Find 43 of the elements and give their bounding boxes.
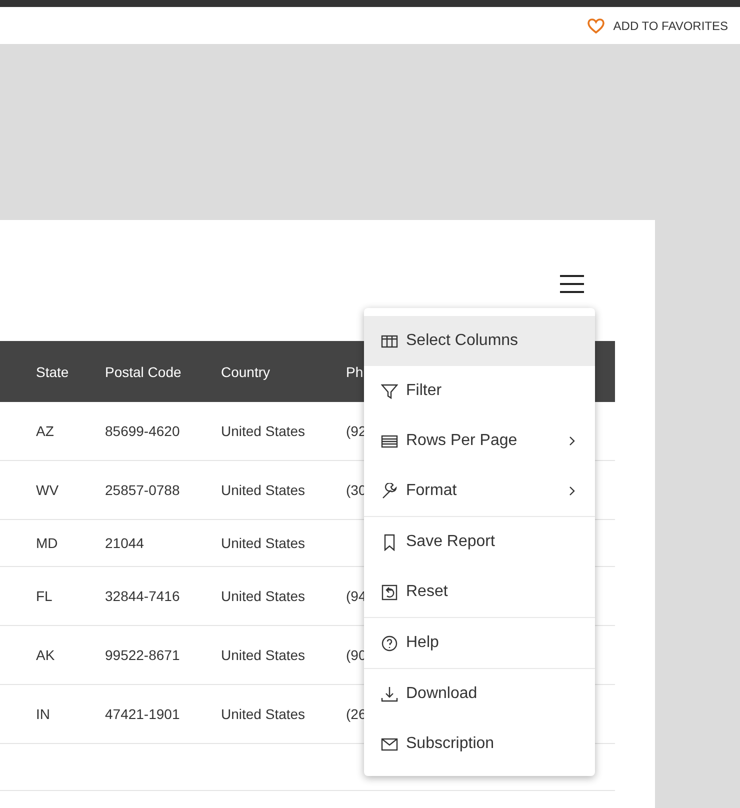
table-cell: 99522-8671	[105, 647, 180, 663]
add-to-favorites-link[interactable]: ADD TO FAVORITES	[587, 18, 728, 34]
table-cell: 47421-1901	[105, 706, 180, 722]
table-cell: 32844-7416	[105, 588, 180, 604]
table-cell: United States	[221, 706, 306, 722]
table-cell: 21044	[105, 535, 144, 551]
table-cell: AK	[36, 647, 55, 663]
menu-button[interactable]	[560, 275, 584, 293]
filter-icon	[381, 382, 398, 400]
table-cell: AZ	[36, 423, 54, 439]
table-cell: FL	[36, 588, 52, 604]
menu-item[interactable]: Subscription	[364, 719, 595, 769]
download-icon	[381, 686, 398, 702]
columns-icon	[381, 332, 398, 350]
table-cell: United States	[221, 482, 306, 498]
table-cell: WV	[36, 482, 59, 498]
menu-item[interactable]: Reset	[364, 567, 595, 617]
table-cell: United States	[221, 535, 306, 551]
table-cell: United States	[221, 588, 306, 604]
reset-icon	[381, 584, 398, 600]
menu-item[interactable]: Format	[364, 466, 595, 516]
table-cell: United States	[221, 647, 306, 663]
menu-item[interactable]: Select Columns	[364, 316, 595, 366]
column-header[interactable]: State	[36, 341, 105, 402]
table-cell: 85699-4620	[105, 423, 180, 439]
table-cell: United States	[221, 423, 306, 439]
column-header[interactable]: Postal Code	[105, 341, 221, 402]
menu-item[interactable]: Help	[364, 618, 595, 668]
table-cell: MD	[36, 535, 58, 551]
menu-item[interactable]: Download	[364, 669, 595, 719]
menu-item[interactable]: Save Report	[364, 517, 595, 567]
table-cell: IN	[36, 706, 50, 722]
table-cell: 25857-0788	[105, 482, 180, 498]
chevron-icon	[569, 436, 575, 446]
menu-item[interactable]: Rows Per Page	[364, 416, 595, 466]
help-icon	[381, 634, 398, 652]
column-header[interactable]: Country	[221, 341, 346, 402]
menu-item[interactable]: Filter	[364, 366, 595, 416]
envelope-icon	[381, 736, 398, 752]
rows-icon	[381, 432, 398, 450]
wrench-icon	[381, 482, 398, 500]
heart-icon	[587, 18, 606, 34]
chevron-icon	[569, 486, 575, 496]
